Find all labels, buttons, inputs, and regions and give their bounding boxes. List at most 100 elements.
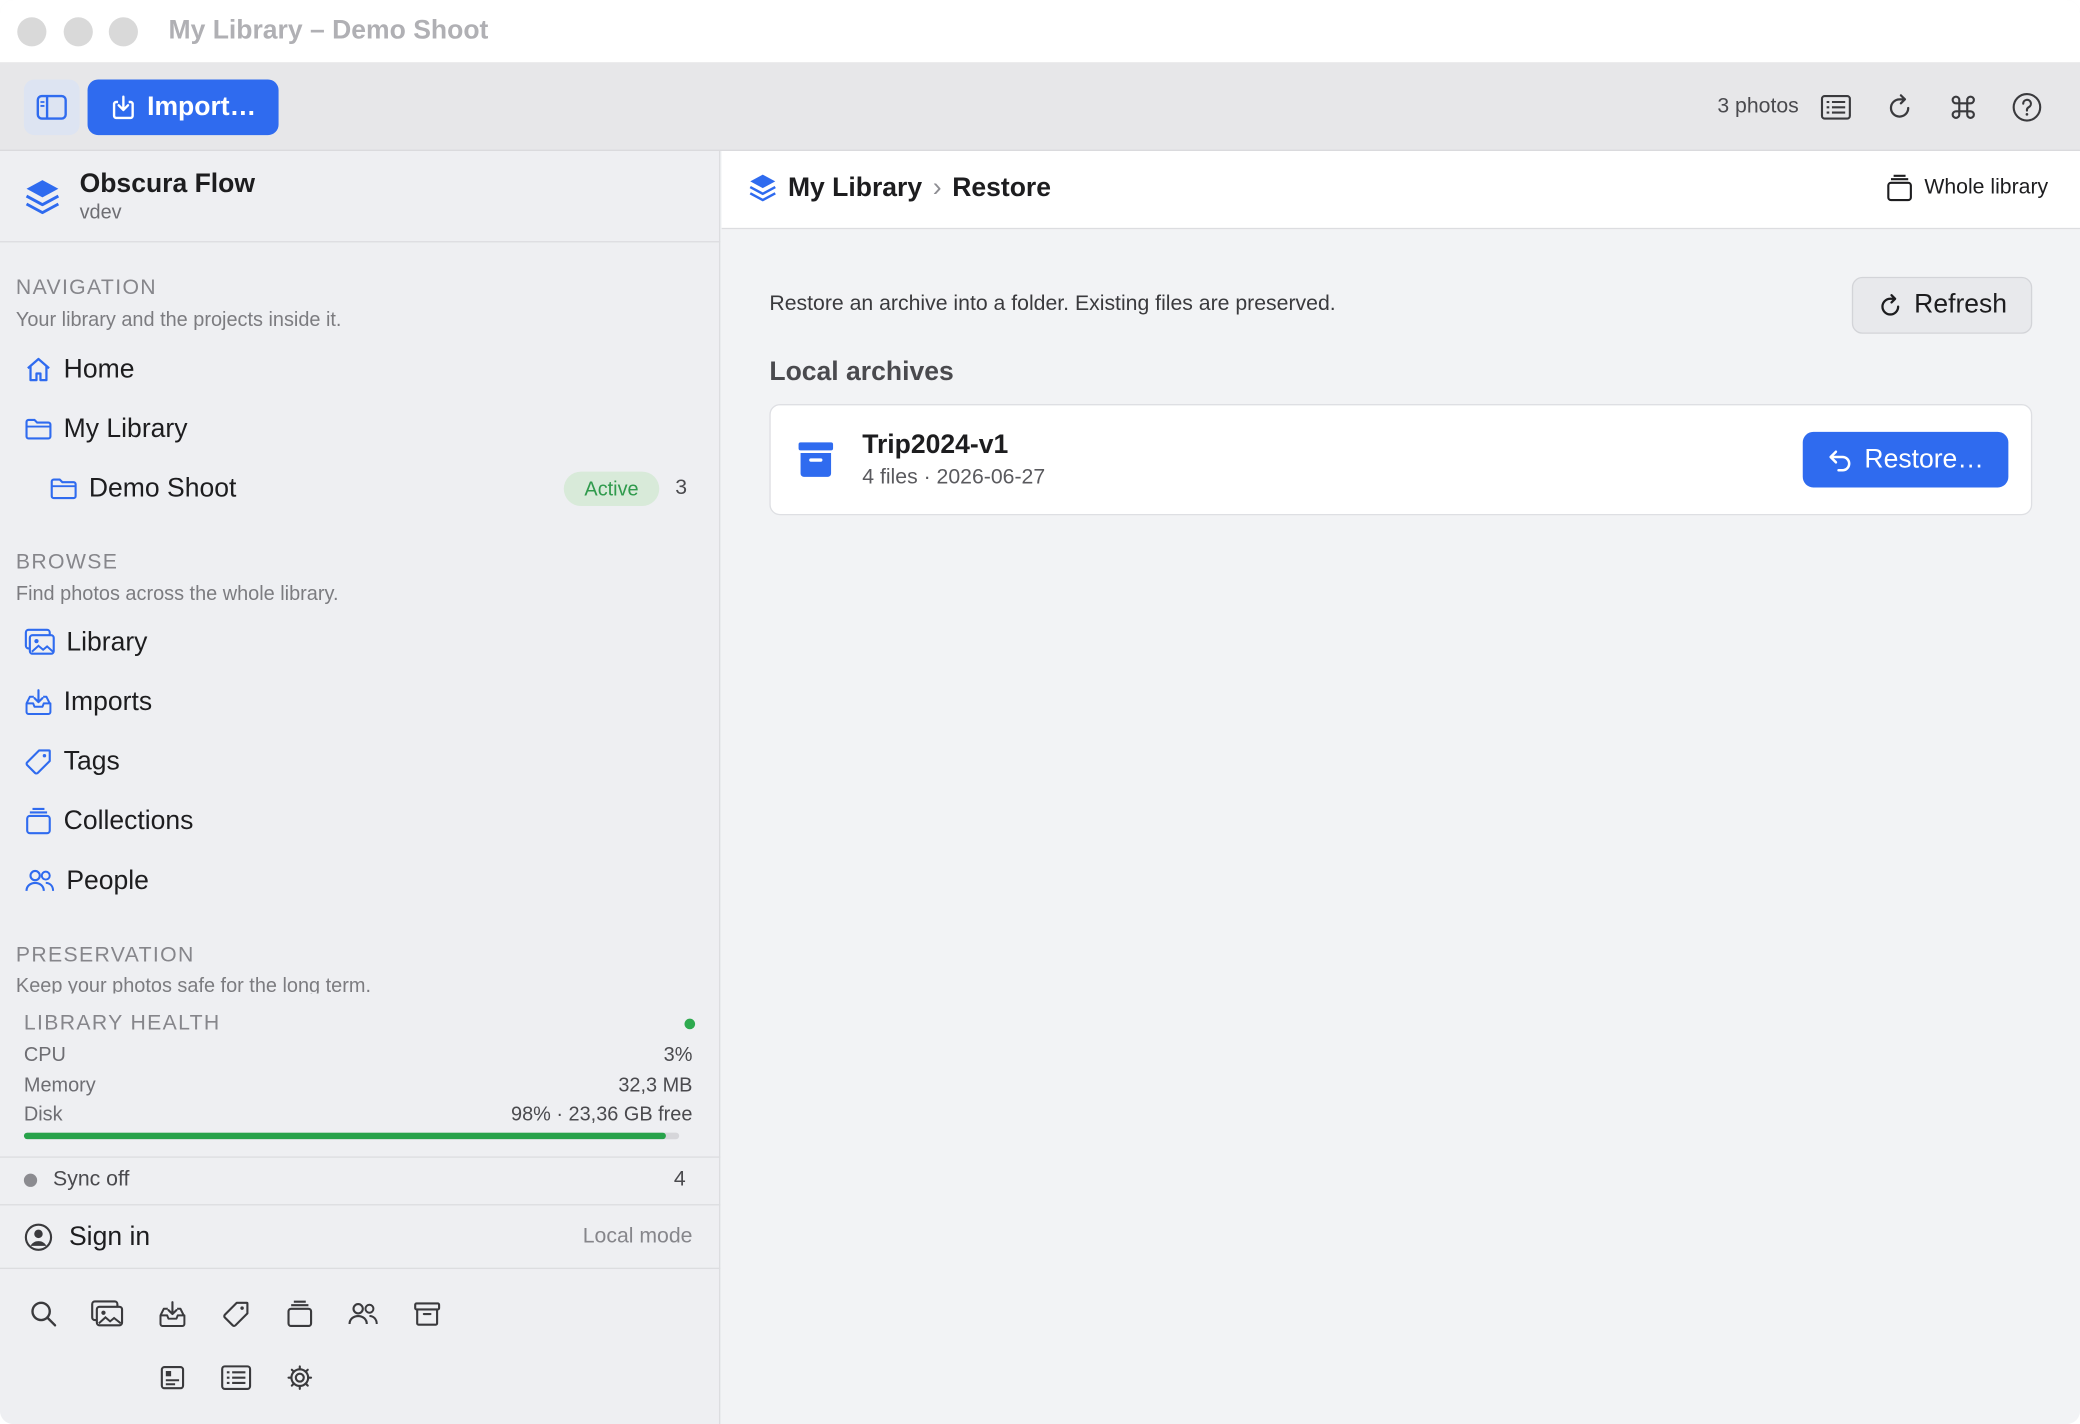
- sidebar-item-people[interactable]: People: [24, 857, 698, 905]
- quick-details-button[interactable]: [154, 1359, 191, 1396]
- main-panel: My Library › Restore Whole library Resto…: [721, 151, 2080, 1424]
- cpu-label: CPU: [23, 1043, 66, 1067]
- sync-count: 4: [673, 1168, 686, 1191]
- scope-whole-library-button[interactable]: Whole library: [1885, 174, 2049, 203]
- sidebar-item-imports[interactable]: Imports: [24, 678, 698, 726]
- breadcrumb-separator: ›: [932, 172, 942, 203]
- list-view-button[interactable]: [1819, 90, 1853, 124]
- sidebar-item-library[interactable]: Library: [24, 619, 698, 667]
- quick-list-button[interactable]: [218, 1359, 255, 1396]
- disk-value: 98% · 23,36 GB free: [511, 1103, 693, 1126]
- import-icon: [112, 95, 134, 120]
- breadcrumb-current: Restore: [952, 172, 1052, 203]
- archive-row: Trip2024-v1 4 files · 2026-06-27 Restore…: [769, 404, 2033, 516]
- layers-logo-icon: [25, 180, 60, 215]
- quick-search-button[interactable]: [25, 1296, 62, 1333]
- sidebar: Obscura Flow vdev NAVIGATION Your librar…: [0, 151, 721, 1424]
- archive-box-icon: [798, 442, 834, 477]
- photos-icon: [91, 1300, 124, 1327]
- navigation-section-subtitle: Your library and the projects inside it.: [15, 308, 342, 332]
- library-health-title: LIBRARY HEALTH: [23, 1012, 221, 1035]
- main-header: My Library › Restore Whole library: [721, 151, 2080, 230]
- close-window-button[interactable]: [17, 17, 47, 47]
- help-button[interactable]: [2010, 90, 2044, 124]
- divider: [0, 1267, 721, 1270]
- disk-usage-fill: [23, 1132, 667, 1140]
- reload-button[interactable]: [1882, 90, 1916, 124]
- layers-icon: [749, 174, 776, 202]
- divider: [0, 1204, 721, 1206]
- archive-meta: 4 files · 2026-06-27: [862, 466, 1046, 489]
- help-icon: [2012, 92, 2042, 122]
- command-icon: [1951, 95, 1975, 119]
- folder-icon: [25, 418, 52, 440]
- demo-shoot-photo-count: 3: [675, 476, 688, 500]
- disk-usage-bar: [23, 1132, 680, 1140]
- folder-icon: [50, 478, 77, 500]
- stack-icon: [1886, 174, 1912, 202]
- disk-label: Disk: [23, 1103, 63, 1126]
- browse-section-title: BROWSE: [15, 551, 119, 574]
- refresh-label: Refresh: [1914, 290, 2008, 320]
- scope-label: Whole library: [1924, 176, 2049, 199]
- search-icon: [31, 1301, 57, 1327]
- list-icon: [221, 1365, 252, 1390]
- quick-settings-button[interactable]: [281, 1359, 318, 1396]
- photo-count: 3 photos: [1717, 95, 1799, 118]
- local-archives-heading: Local archives: [769, 357, 954, 387]
- sidebar-item-label: Library: [66, 627, 148, 657]
- undo-arrow-icon: [1829, 450, 1852, 472]
- tray-download-icon: [25, 689, 52, 715]
- breadcrumb-root[interactable]: My Library: [788, 173, 922, 203]
- refresh-button[interactable]: Refresh: [1851, 276, 2033, 334]
- minimize-window-button[interactable]: [63, 17, 93, 47]
- sidebar-item-label: Tags: [63, 746, 120, 776]
- import-button[interactable]: Import…: [87, 79, 279, 136]
- sidebar-toggle-button[interactable]: [23, 79, 80, 136]
- quick-tags-button[interactable]: [218, 1296, 255, 1333]
- archive-name: Trip2024-v1: [862, 430, 1009, 460]
- sidebar-item-tags[interactable]: Tags: [24, 738, 698, 786]
- health-status-indicator: [684, 1018, 696, 1030]
- quick-people-button[interactable]: [345, 1296, 382, 1333]
- photos-icon: [24, 628, 55, 655]
- zoom-window-button[interactable]: [108, 17, 138, 47]
- divider: [0, 1156, 721, 1158]
- restore-button[interactable]: Restore…: [1802, 431, 2009, 488]
- breadcrumb: My Library › Restore: [748, 172, 1051, 204]
- sidebar-item-demo-shoot[interactable]: Demo Shoot: [49, 465, 580, 513]
- cpu-value: 3%: [663, 1043, 693, 1067]
- tray-download-icon: [159, 1301, 186, 1327]
- memory-value: 32,3 MB: [618, 1074, 693, 1097]
- sync-status-indicator: [23, 1173, 38, 1187]
- reload-icon: [1889, 94, 1910, 118]
- sign-in-label: Sign in: [68, 1221, 151, 1252]
- quick-imports-button[interactable]: [154, 1296, 191, 1333]
- app-name: Obscura Flow: [79, 169, 256, 199]
- sidebar-item-my-library[interactable]: My Library: [24, 405, 698, 453]
- stack-icon: [287, 1300, 313, 1328]
- restore-description: Restore an archive into a folder. Existi…: [769, 292, 1336, 316]
- list-icon: [1820, 94, 1851, 120]
- active-badge: Active: [563, 471, 660, 507]
- command-palette-button[interactable]: [1946, 90, 1980, 124]
- sync-status-label[interactable]: Sync off: [53, 1168, 129, 1192]
- sidebar-item-home[interactable]: Home: [24, 346, 698, 394]
- home-icon: [27, 357, 50, 382]
- sidebar-icon: [36, 94, 67, 120]
- memory-label: Memory: [23, 1074, 96, 1097]
- app-version: vdev: [79, 201, 122, 224]
- quick-collections-button[interactable]: [281, 1296, 318, 1333]
- quick-archive-button[interactable]: [409, 1296, 446, 1333]
- sidebar-item-collections[interactable]: Collections: [24, 797, 698, 845]
- gear-icon: [287, 1365, 313, 1390]
- title-bar: My Library – Demo Shoot: [0, 0, 2080, 63]
- restore-label: Restore…: [1864, 444, 1984, 474]
- sidebar-item-label: Demo Shoot: [88, 473, 237, 503]
- toolbar: Import… 3 photos: [0, 62, 2080, 152]
- browse-section-subtitle: Find photos across the whole library.: [15, 582, 339, 606]
- sidebar-item-label: People: [66, 865, 149, 895]
- quick-library-button[interactable]: [89, 1296, 126, 1333]
- account-icon: [24, 1223, 53, 1251]
- document-icon: [160, 1365, 185, 1390]
